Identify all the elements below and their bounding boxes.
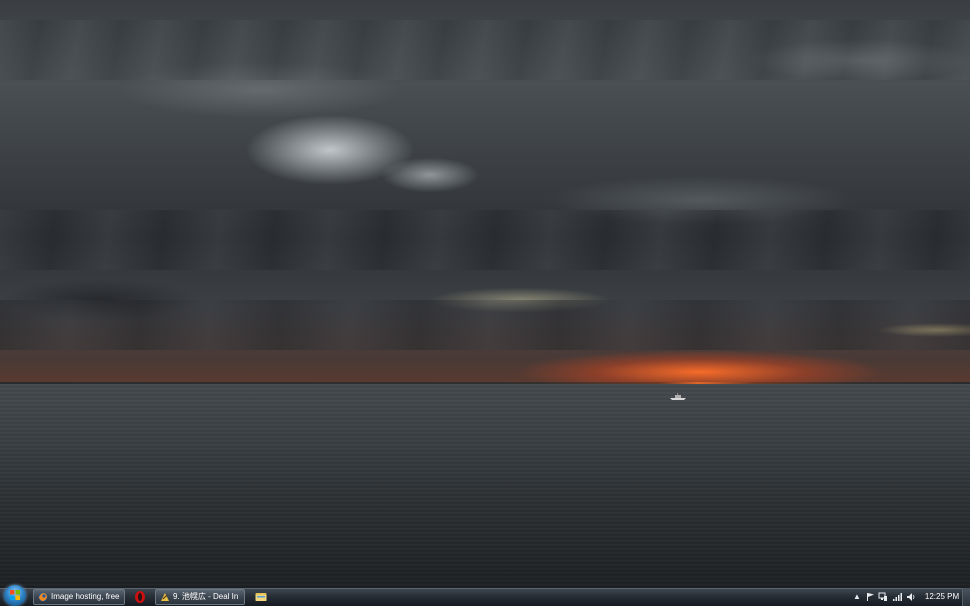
opera-icon[interactable] — [133, 590, 147, 604]
signal-bars-icon[interactable] — [892, 592, 902, 602]
desktop[interactable] — [0, 0, 970, 588]
show-hidden-icons-arrow-icon[interactable]: ▲ — [852, 592, 862, 602]
taskbar-button-app[interactable]: 9. 池幌広 - Deal In Bl... — [155, 589, 245, 605]
windows-logo-icon — [10, 590, 20, 600]
app-icon — [161, 593, 169, 601]
taskbar-button-firefox[interactable]: Image hosting, free ... — [33, 589, 125, 605]
windows-explorer-icon[interactable] — [254, 590, 268, 604]
action-center-flag-icon[interactable] — [866, 592, 876, 602]
notification-area: ▲ 12:25 PM — [848, 588, 970, 606]
show-desktop-button[interactable] — [962, 588, 970, 606]
network-icon[interactable] — [878, 592, 888, 602]
taskbar-button-label: 9. 池幌広 - Deal In Bl... — [173, 592, 241, 601]
firefox-icon — [38, 592, 48, 602]
taskbar-clock[interactable]: 12:25 PM — [920, 588, 964, 606]
boat-silhouette — [670, 393, 686, 400]
start-button[interactable] — [4, 585, 26, 606]
wallpaper-sky — [0, 0, 970, 384]
taskbar-button-label: Image hosting, free ... — [51, 592, 121, 601]
volume-icon[interactable] — [906, 592, 916, 602]
wallpaper-sea — [0, 384, 970, 588]
